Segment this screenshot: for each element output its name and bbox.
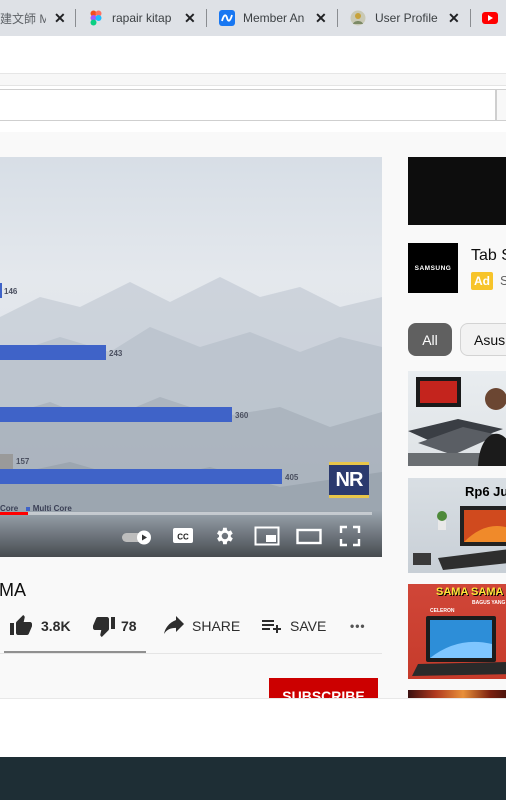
like-count: 3.8K [41,618,71,634]
browser-tab-5[interactable] [478,0,506,36]
chart-bar-label: 243 [109,349,123,358]
dislike-button[interactable]: 78 [91,612,137,640]
chart-bar-label: 405 [285,473,299,482]
dislike-count: 78 [121,618,137,634]
ad-subtitle: S [500,273,506,288]
os-taskbar [0,757,506,800]
chart-bar-360 [0,407,232,422]
browser-tab-bar: 建文師 M ✕ rapair kitap ✕ Member An ✕ User … [0,0,506,36]
browser-tab-1[interactable]: 建文師 M ✕ [0,0,70,36]
recommended-video-thumbnail[interactable] [408,371,506,466]
search-button[interactable] [496,89,506,121]
progress-bar[interactable] [0,512,372,515]
svg-text:CC: CC [177,533,189,542]
settings-gear-icon[interactable] [213,525,235,547]
close-icon[interactable]: ✕ [448,10,460,27]
share-label: SHARE [192,618,241,634]
tab-title: 建文師 M [0,11,46,26]
figma-icon [90,10,102,26]
divider [0,653,382,654]
miniplayer-icon[interactable] [254,526,280,546]
chart-bar-405 [0,469,282,484]
recommended-video-thumbnail[interactable]: SAMA SAMA BAGUS YANG CELERON [408,584,506,679]
save-label: SAVE [290,618,327,634]
ad-badge: Ad [471,272,493,290]
video-player[interactable]: 146 243 360 157 405 [0,157,382,557]
share-arrow-icon [164,616,184,634]
browser-tab-4[interactable]: User Profile ✕ [348,0,463,36]
tab-title: Member An [243,11,305,25]
overlay-panel [0,698,506,757]
chart-bar-label: 360 [235,411,249,420]
user-profile-icon [350,10,366,26]
filter-chip-asus[interactable]: Asus [460,323,506,356]
thumbnail-overlay-text: Rp6 Ju [465,484,506,499]
browser-tab-2[interactable]: rapair kitap ✕ [86,0,201,36]
fullscreen-icon[interactable] [339,525,361,547]
tab-separator [75,9,76,27]
ad-brand-logo[interactable]: SAMSUNG [408,243,458,293]
close-icon[interactable]: ✕ [315,10,327,27]
more-actions-button[interactable]: ••• [350,612,366,640]
theater-mode-icon[interactable] [296,528,322,546]
subscribe-button[interactable]: SUBSCRIBE [269,678,378,700]
thumbs-up-icon [10,615,32,635]
page-header-strip [0,124,506,132]
ad-title[interactable]: Tab S [471,247,506,265]
autoplay-toggle-icon[interactable] [122,528,154,546]
chart-bar-label: 146 [4,287,18,296]
thumbnail-image [408,377,506,466]
ad-banner-image[interactable] [408,157,506,225]
video-title: MA [0,580,26,600]
recommended-video-thumbnail[interactable]: Rp6 Ju [408,478,506,573]
thumbnail-overlay-text: SAMA SAMA [436,586,504,598]
tab-separator [337,9,338,27]
close-icon[interactable]: ✕ [54,10,66,27]
tab-title: User Profile [375,11,438,25]
tab-title: rapair kitap [112,11,172,25]
chart-bar-157 [0,454,13,469]
thumbnail-overlay-subtext: BAGUS YANG [472,600,506,606]
close-icon[interactable]: ✕ [184,10,196,27]
share-button[interactable]: SHARE [161,612,240,640]
thumbnail-image [412,616,506,676]
meta-icon [219,10,235,26]
thumbnail-tag: CELERON [430,608,455,614]
channel-watermark-logo: NR [329,462,369,498]
filter-chip-all[interactable]: All [408,323,452,356]
save-button[interactable]: SAVE [259,612,326,640]
bookmarks-bar [0,74,506,86]
browser-tab-3[interactable]: Member An ✕ [217,0,332,36]
youtube-icon [482,12,498,24]
tab-separator [470,9,471,27]
chart-bar-243 [0,345,106,360]
chart-bar-146 [0,283,2,298]
chart-bar-label: 157 [16,457,30,466]
recommended-video-thumbnail[interactable] [408,690,506,698]
more-horizontal-icon: ••• [350,619,366,633]
thumbs-down-icon [93,617,115,637]
search-input[interactable] [0,89,496,121]
playlist-add-icon [262,620,281,633]
subtitles-icon[interactable]: CC [172,527,194,545]
progress-bar-played [0,512,28,515]
like-button[interactable]: 3.8K [8,612,71,640]
browser-toolbar [0,36,506,74]
tab-separator [206,9,207,27]
